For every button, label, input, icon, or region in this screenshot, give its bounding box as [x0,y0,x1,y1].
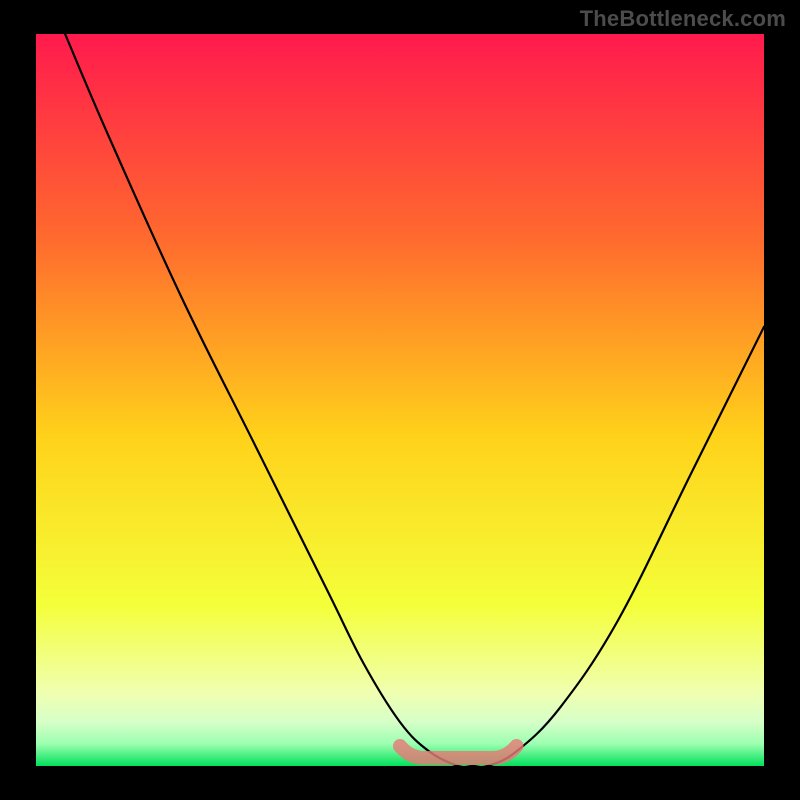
plot-area [36,34,764,766]
plot-svg [36,34,764,766]
gradient-background [36,34,764,766]
chart-frame: TheBottleneck.com [0,0,800,800]
watermark-text: TheBottleneck.com [580,6,786,32]
